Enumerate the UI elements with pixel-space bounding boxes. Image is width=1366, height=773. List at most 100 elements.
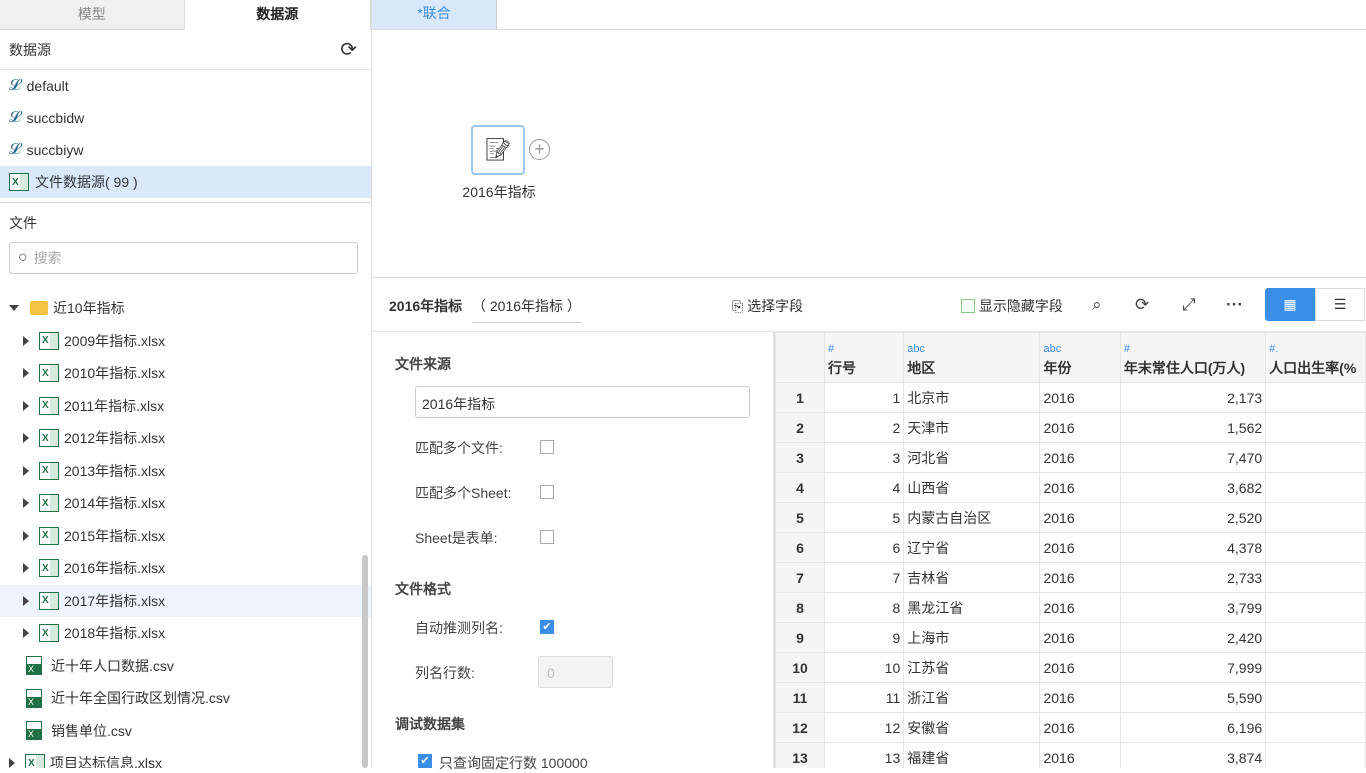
column-header[interactable]: #年末常住人口(万人) bbox=[1120, 333, 1265, 383]
more-icon[interactable]: ··· bbox=[1226, 295, 1243, 315]
expand-icon[interactable] bbox=[23, 563, 29, 573]
tree-file[interactable]: X2013年指标.xlsx bbox=[0, 455, 371, 488]
excel-icon: X bbox=[39, 494, 59, 512]
refresh-icon[interactable]: ⟳ bbox=[1135, 295, 1149, 315]
table-row[interactable]: 1212安徽省20166,196 bbox=[776, 713, 1366, 743]
list-view-button[interactable]: ☰ bbox=[1315, 288, 1365, 321]
table-cell: 2 bbox=[824, 413, 903, 443]
select-fields-button[interactable]: ⎘ 选择字段 bbox=[732, 296, 803, 316]
table-cell: 上海市 bbox=[904, 623, 1040, 653]
tree-file[interactable]: X2017年指标.xlsx bbox=[0, 585, 371, 618]
tree-file[interactable]: X2016年指标.xlsx bbox=[0, 552, 371, 585]
tree-file[interactable]: X2018年指标.xlsx bbox=[0, 617, 371, 650]
datasource-item[interactable]: 𝓛succbiyw bbox=[0, 134, 371, 166]
refresh-icon[interactable]: ⟳ bbox=[340, 37, 357, 62]
source-title: 文件来源 bbox=[395, 354, 451, 374]
expand-icon[interactable] bbox=[9, 758, 15, 768]
table-cell: 10 bbox=[824, 653, 903, 683]
tree-file[interactable]: X2014年指标.xlsx bbox=[0, 487, 371, 520]
tree-file[interactable]: X2011年指标.xlsx bbox=[0, 390, 371, 423]
expand-icon[interactable] bbox=[23, 401, 29, 411]
column-name: 年末常住人口(万人) bbox=[1124, 360, 1245, 376]
edit-doc-icon: 📝︎ bbox=[484, 137, 512, 163]
table-cell: 3,874 bbox=[1120, 743, 1265, 769]
expand-icon[interactable] bbox=[23, 628, 29, 638]
table-cell: 1 bbox=[824, 383, 903, 413]
table-row[interactable]: 55内蒙古自治区20162,520 bbox=[776, 503, 1366, 533]
tree-file[interactable]: X项目达标信息.xlsx bbox=[0, 747, 371, 768]
table-row[interactable]: 1313福建省20163,874 bbox=[776, 743, 1366, 769]
expand-icon[interactable] bbox=[23, 336, 29, 346]
tab-model[interactable]: 模型 bbox=[0, 0, 185, 30]
table-row[interactable]: 1111浙江省20165,590 bbox=[776, 683, 1366, 713]
table-row[interactable]: 77吉林省20162,733 bbox=[776, 563, 1366, 593]
table-row[interactable]: 22天津市20161,562 bbox=[776, 413, 1366, 443]
column-header[interactable]: #.人口出生率(% bbox=[1266, 333, 1366, 383]
type-icon: abc bbox=[907, 343, 1036, 355]
expand-icon[interactable] bbox=[23, 433, 29, 443]
table-row[interactable]: 66辽宁省20164,378 bbox=[776, 533, 1366, 563]
type-icon: abc bbox=[1043, 343, 1116, 355]
table-cell bbox=[1266, 653, 1366, 683]
auto-cols-checkbox[interactable]: ✔ bbox=[540, 620, 554, 634]
datasource-item[interactable]: 𝓛succbidw bbox=[0, 102, 371, 134]
dataset-subtitle[interactable]: （ 2016年指标 ） bbox=[472, 296, 581, 323]
tree-file[interactable]: X销售单位.csv bbox=[0, 715, 371, 748]
source-input[interactable]: 2016年指标 bbox=[415, 386, 750, 418]
fixed-rows-label: 只查询固定行数 100000 bbox=[439, 753, 588, 773]
column-header[interactable]: abc年份 bbox=[1040, 333, 1120, 383]
table-cell: 3,682 bbox=[1120, 473, 1265, 503]
table-row[interactable]: 99上海市20162,420 bbox=[776, 623, 1366, 653]
folder-icon bbox=[30, 301, 48, 315]
fixed-rows-checkbox[interactable]: ✔ bbox=[418, 754, 432, 768]
tree-file[interactable]: X2015年指标.xlsx bbox=[0, 520, 371, 553]
search-input[interactable]: ○搜索 bbox=[9, 242, 358, 274]
expand-icon[interactable] bbox=[23, 368, 29, 378]
match-files-checkbox[interactable] bbox=[540, 440, 554, 454]
table-row[interactable]: 11北京市20162,173 bbox=[776, 383, 1366, 413]
match-sheets-checkbox[interactable] bbox=[540, 485, 554, 499]
tab-datasource[interactable]: 数据源 bbox=[185, 0, 372, 30]
table-cell: 6 bbox=[824, 533, 903, 563]
expand-icon[interactable] bbox=[23, 466, 29, 476]
file-label: 近十年全国行政区划情况.csv bbox=[51, 688, 230, 708]
table-cell: 3,799 bbox=[1120, 593, 1265, 623]
tree-file[interactable]: X近十年全国行政区划情况.csv bbox=[0, 682, 371, 715]
header-rows-stepper[interactable]: 0 bbox=[538, 656, 613, 688]
row-number: 12 bbox=[776, 713, 825, 743]
datasource-item[interactable]: X文件数据源( 99 ) bbox=[0, 166, 371, 198]
table-row[interactable]: 1010江苏省20167,999 bbox=[776, 653, 1366, 683]
sheet-form-checkbox[interactable] bbox=[540, 530, 554, 544]
tree-file[interactable]: X近十年人口数据.csv bbox=[0, 650, 371, 683]
expand-icon[interactable]: ⤢ bbox=[1182, 295, 1196, 315]
table-row[interactable]: 88黑龙江省20163,799 bbox=[776, 593, 1366, 623]
expand-icon[interactable] bbox=[23, 596, 29, 606]
table-cell: 福建省 bbox=[904, 743, 1040, 769]
expand-icon[interactable] bbox=[23, 531, 29, 541]
table-row[interactable]: 33河北省20167,470 bbox=[776, 443, 1366, 473]
show-hidden-toggle[interactable]: 显示隐藏字段 bbox=[961, 296, 1063, 316]
tree-folder[interactable]: 近10年指标 bbox=[0, 292, 371, 325]
column-header[interactable]: #行号 bbox=[824, 333, 903, 383]
table-node[interactable]: 📝︎ bbox=[471, 125, 525, 175]
expand-icon[interactable] bbox=[23, 498, 29, 508]
search-icon[interactable]: ⌕ bbox=[1092, 295, 1102, 315]
datasource-item[interactable]: 𝓛default bbox=[0, 70, 371, 102]
table-view-button[interactable]: ▦ bbox=[1265, 288, 1315, 321]
scrollbar[interactable] bbox=[362, 555, 368, 768]
add-node-button[interactable]: + bbox=[529, 139, 550, 160]
row-number: 13 bbox=[776, 743, 825, 769]
table-cell bbox=[1266, 683, 1366, 713]
tree-file[interactable]: X2010年指标.xlsx bbox=[0, 357, 371, 390]
file-label: 2010年指标.xlsx bbox=[64, 363, 165, 383]
column-header[interactable]: abc地区 bbox=[904, 333, 1040, 383]
column-name: 人口出生率(% bbox=[1269, 360, 1356, 376]
show-hidden-checkbox[interactable] bbox=[961, 299, 975, 313]
table-cell bbox=[1266, 473, 1366, 503]
tree-file[interactable]: X2009年指标.xlsx bbox=[0, 325, 371, 358]
expand-icon[interactable] bbox=[9, 305, 19, 311]
tab-union[interactable]: *联合 bbox=[372, 0, 497, 29]
table-cell: 4 bbox=[824, 473, 903, 503]
tree-file[interactable]: X2012年指标.xlsx bbox=[0, 422, 371, 455]
table-row[interactable]: 44山西省20163,682 bbox=[776, 473, 1366, 503]
